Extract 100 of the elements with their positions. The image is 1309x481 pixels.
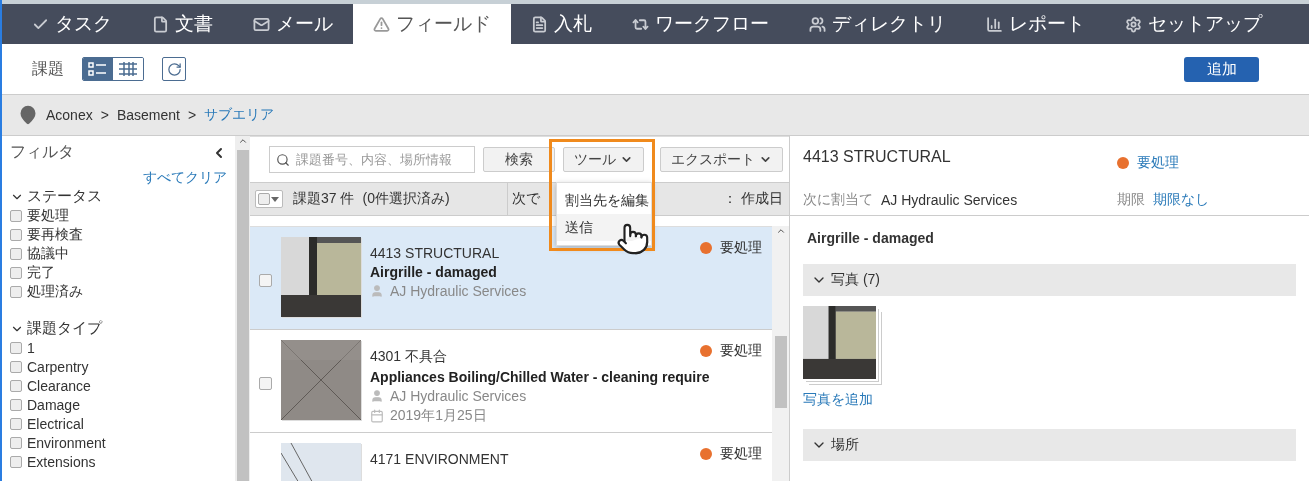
assignee: AJ Hydraulic Services (881, 192, 1018, 209)
nav-tab[interactable]: フィールド (353, 4, 511, 44)
filter-option[interactable]: 完了 (10, 263, 227, 282)
filter-option[interactable]: Clearance (10, 376, 227, 395)
nav-tab-icon (1125, 15, 1142, 33)
filter-section-header[interactable]: 課題タイプ (10, 319, 227, 338)
issue-number: 4413 STRUCTURAL (370, 245, 501, 261)
status-link[interactable]: 要処理 (1137, 153, 1179, 172)
due-label: 期限 (1117, 191, 1145, 210)
detail-title: Airgrille - damaged (806, 230, 935, 246)
clear-all-link[interactable]: すべてクリア (10, 169, 227, 187)
nav-tab[interactable]: セットアップ (1105, 4, 1282, 44)
menu-item[interactable]: 送信 (557, 214, 651, 241)
export-button[interactable]: エクスポート (660, 147, 783, 172)
issue-count: 課題37 件 (293, 190, 355, 208)
nav-tab[interactable]: ディレクトリ (789, 4, 966, 44)
filter-option[interactable]: 協議中 (10, 244, 227, 263)
nav-tab-icon (373, 15, 390, 33)
sort-label: 次で (512, 190, 540, 208)
scroll-up-icon[interactable] (237, 136, 248, 146)
nav-tab[interactable]: 文書 (132, 4, 233, 44)
status-label: 要処理 (720, 239, 762, 257)
refresh-button[interactable] (162, 57, 186, 81)
tools-button[interactable]: ツール (563, 147, 644, 172)
due-link[interactable]: 期限なし (1153, 191, 1209, 210)
selection-count: (0件選択済み) (362, 190, 450, 208)
checkbox[interactable] (10, 417, 22, 430)
issue-number: 4171 ENVIRONMENT (370, 451, 510, 467)
calendar-icon (370, 409, 384, 423)
checkbox[interactable] (10, 247, 22, 260)
filter-option[interactable]: Environment (10, 433, 227, 452)
issue-date: 2019年1月25日 (390, 407, 487, 425)
nav-tab-icon (152, 15, 169, 33)
refresh-icon (166, 61, 182, 77)
nav-tab[interactable]: ワークフロー (612, 4, 789, 44)
breadcrumb-current[interactable]: サブエリア (204, 106, 275, 124)
detail-number: 4413 STRUCTURAL (803, 148, 952, 167)
filter-option[interactable]: Extensions (10, 452, 227, 471)
nav-tab-icon (531, 15, 548, 33)
filter-option[interactable]: Electrical (10, 414, 227, 433)
menu-item[interactable]: 割当先を編集 (557, 187, 651, 214)
nav-tab[interactable]: レポート (966, 4, 1105, 44)
nav-tab-icon (253, 15, 270, 33)
assignee: AJ Hydraulic Services (390, 283, 527, 299)
nav-tab-icon (809, 15, 826, 33)
status-label: 要処理 (720, 342, 762, 360)
filter-option[interactable]: 1 (10, 338, 227, 357)
status-label: 要処理 (720, 445, 762, 463)
scroll-up-icon[interactable] (775, 226, 786, 236)
checkbox[interactable] (259, 274, 272, 287)
checkbox[interactable] (259, 377, 272, 390)
checkbox[interactable] (10, 360, 22, 373)
breadcrumb-separator: > (187, 107, 197, 123)
caret-icon (271, 196, 279, 202)
checkbox[interactable] (10, 209, 22, 222)
nav-tab[interactable]: タスク (12, 4, 132, 44)
checkbox[interactable] (10, 455, 22, 468)
breadcrumb-item[interactable]: Aconex (46, 107, 93, 123)
sort-value[interactable]: ： 作成日 (723, 190, 783, 208)
select-all-dropdown[interactable] (255, 190, 283, 208)
assign-label: 次に割当て (803, 191, 873, 210)
scrollbar-thumb[interactable] (774, 336, 787, 408)
filter-title: フィルタ (10, 142, 74, 162)
section-header[interactable]: 場所 (803, 429, 1296, 461)
breadcrumb-separator: > (100, 107, 109, 123)
table-icon (117, 61, 139, 77)
section-header[interactable]: 写真 (7) (803, 264, 1296, 296)
checkbox[interactable] (10, 436, 22, 449)
assignee: AJ Hydraulic Services (390, 388, 527, 404)
nav-tab-icon (986, 15, 1003, 33)
scrollbar[interactable] (772, 226, 789, 481)
search-icon (276, 151, 290, 168)
scrollbar-thumb[interactable] (236, 150, 249, 481)
filter-option[interactable]: 要再検査 (10, 225, 227, 244)
checkbox[interactable] (10, 341, 22, 354)
checkbox[interactable] (10, 266, 22, 279)
checkbox[interactable] (10, 379, 22, 392)
add-photo-link[interactable]: 写真を追加 (803, 391, 1296, 409)
list-view-toggle[interactable] (83, 58, 113, 80)
scrollbar[interactable] (235, 136, 250, 481)
checkbox[interactable] (10, 228, 22, 241)
add-button[interactable]: 追加 (1184, 56, 1259, 82)
checkbox[interactable] (10, 285, 22, 298)
search-button[interactable]: 検索 (483, 147, 555, 172)
filter-section-header[interactable]: ステータス (10, 187, 227, 206)
filter-option[interactable]: 処理済み (10, 282, 227, 301)
filter-option[interactable]: Carpentry (10, 357, 227, 376)
person-icon (370, 389, 384, 403)
issue-title: Appliances Boiling/Chilled Water - cleaning require (370, 369, 710, 385)
page-title: 課題 (32, 58, 64, 79)
nav-tab[interactable]: 入札 (511, 4, 612, 44)
issue-number: 4301 不具合 (370, 348, 449, 366)
list-icon (87, 61, 109, 77)
filter-option[interactable]: 要処理 (10, 206, 227, 225)
filter-option[interactable]: Damage (10, 395, 227, 414)
search-field[interactable]: 課題番号、内容、場所情報 (269, 146, 475, 173)
issue-title: Airgrille - damaged (370, 264, 497, 280)
nav-tab[interactable]: メール (233, 4, 353, 44)
checkbox[interactable] (10, 398, 22, 411)
breadcrumb-item[interactable]: Basement (116, 107, 180, 123)
